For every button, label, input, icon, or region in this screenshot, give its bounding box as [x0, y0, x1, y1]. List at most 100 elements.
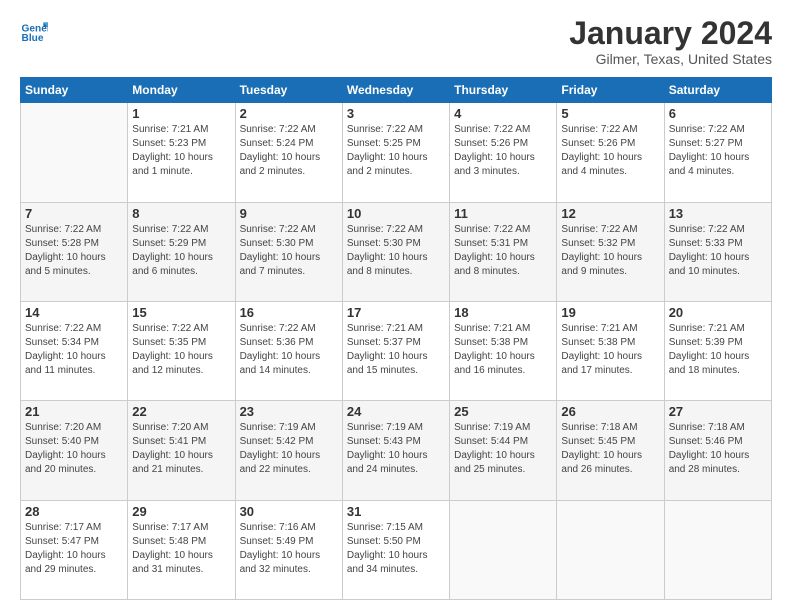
day-number: 20 [669, 305, 767, 320]
day-info: Sunrise: 7:19 AMSunset: 5:42 PMDaylight:… [240, 421, 338, 477]
day-info: Sunrise: 7:21 AMSunset: 5:38 PMDaylight:… [561, 322, 659, 378]
table-row [664, 500, 771, 599]
table-row: 5 Sunrise: 7:22 AMSunset: 5:26 PMDaylight… [557, 103, 664, 202]
table-row: 1Sunrise: 7:21 AMSunset: 5:23 PMDaylight… [128, 103, 235, 202]
day-number: 21 [25, 404, 123, 419]
day-number: 7 [25, 206, 123, 221]
table-row: 22Sunrise: 7:20 AMSunset: 5:41 PMDayligh… [128, 401, 235, 500]
table-row: 25 Sunrise: 7:19 AMSunset: 5:44 PMDayligh… [450, 401, 557, 500]
table-row: 14Sunrise: 7:22 AMSunset: 5:34 PMDayligh… [21, 301, 128, 400]
month-title: January 2024 [569, 16, 772, 51]
day-info: Sunrise: 7:20 AMSunset: 5:40 PMDaylight:… [25, 421, 123, 477]
header-friday: Friday [557, 78, 664, 103]
table-row: 16 Sunrise: 7:22 AMSunset: 5:36 PMDayligh… [235, 301, 342, 400]
day-info: Sunrise: 7:18 AMSunset: 5:45 PMDaylight:… [561, 421, 659, 477]
header-sunday: Sunday [21, 78, 128, 103]
day-info: Sunrise: 7:22 AMSunset: 5:30 PMDaylight:… [347, 223, 445, 279]
table-row: 3 Sunrise: 7:22 AMSunset: 5:25 PMDaylight… [342, 103, 449, 202]
day-number: 2 [240, 106, 338, 121]
table-row: 6 Sunrise: 7:22 AMSunset: 5:27 PMDaylight… [664, 103, 771, 202]
header-tuesday: Tuesday [235, 78, 342, 103]
day-info: Sunrise: 7:22 AMSunset: 5:29 PMDaylight:… [132, 223, 230, 279]
day-info: Sunrise: 7:22 AMSunset: 5:30 PMDaylight:… [240, 223, 338, 279]
day-info: Sunrise: 7:21 AMSunset: 5:23 PMDaylight:… [132, 123, 230, 179]
day-info: Sunrise: 7:15 AMSunset: 5:50 PMDaylight:… [347, 521, 445, 577]
day-info: Sunrise: 7:22 AMSunset: 5:34 PMDaylight:… [25, 322, 123, 378]
day-number: 23 [240, 404, 338, 419]
table-row: 26 Sunrise: 7:18 AMSunset: 5:45 PMDayligh… [557, 401, 664, 500]
day-info: Sunrise: 7:20 AMSunset: 5:41 PMDaylight:… [132, 421, 230, 477]
day-number: 17 [347, 305, 445, 320]
day-info: Sunrise: 7:17 AMSunset: 5:47 PMDaylight:… [25, 521, 123, 577]
calendar-page: General Blue January 2024 Gilmer, Texas,… [0, 0, 792, 612]
day-info: Sunrise: 7:22 AMSunset: 5:26 PMDaylight:… [561, 123, 659, 179]
day-number: 10 [347, 206, 445, 221]
day-info: Sunrise: 7:19 AMSunset: 5:44 PMDaylight:… [454, 421, 552, 477]
header-wednesday: Wednesday [342, 78, 449, 103]
header: General Blue January 2024 Gilmer, Texas,… [20, 16, 772, 67]
day-info: Sunrise: 7:22 AMSunset: 5:35 PMDaylight:… [132, 322, 230, 378]
calendar-week-row: 1Sunrise: 7:21 AMSunset: 5:23 PMDaylight… [21, 103, 772, 202]
table-row: 15 Sunrise: 7:22 AMSunset: 5:35 PMDayligh… [128, 301, 235, 400]
day-number: 24 [347, 404, 445, 419]
header-saturday: Saturday [664, 78, 771, 103]
table-row: 7 Sunrise: 7:22 AMSunset: 5:28 PMDaylight… [21, 202, 128, 301]
day-number: 6 [669, 106, 767, 121]
calendar-week-row: 7 Sunrise: 7:22 AMSunset: 5:28 PMDaylight… [21, 202, 772, 301]
calendar-week-row: 28 Sunrise: 7:17 AMSunset: 5:47 PMDayligh… [21, 500, 772, 599]
day-number: 16 [240, 305, 338, 320]
day-number: 12 [561, 206, 659, 221]
title-area: January 2024 Gilmer, Texas, United State… [569, 16, 772, 67]
day-number: 4 [454, 106, 552, 121]
day-number: 9 [240, 206, 338, 221]
day-number: 5 [561, 106, 659, 121]
table-row: 29 Sunrise: 7:17 AMSunset: 5:48 PMDayligh… [128, 500, 235, 599]
day-number: 11 [454, 206, 552, 221]
table-row: 9 Sunrise: 7:22 AMSunset: 5:30 PMDaylight… [235, 202, 342, 301]
day-info: Sunrise: 7:21 AMSunset: 5:37 PMDaylight:… [347, 322, 445, 378]
logo: General Blue [20, 16, 48, 44]
table-row: 21 Sunrise: 7:20 AMSunset: 5:40 PMDayligh… [21, 401, 128, 500]
day-info: Sunrise: 7:16 AMSunset: 5:49 PMDaylight:… [240, 521, 338, 577]
header-thursday: Thursday [450, 78, 557, 103]
day-info: Sunrise: 7:22 AMSunset: 5:24 PMDaylight:… [240, 123, 338, 179]
day-number: 13 [669, 206, 767, 221]
day-number: 29 [132, 504, 230, 519]
day-info: Sunrise: 7:18 AMSunset: 5:46 PMDaylight:… [669, 421, 767, 477]
day-number: 27 [669, 404, 767, 419]
table-row: 24 Sunrise: 7:19 AMSunset: 5:43 PMDayligh… [342, 401, 449, 500]
table-row [450, 500, 557, 599]
day-info: Sunrise: 7:19 AMSunset: 5:43 PMDaylight:… [347, 421, 445, 477]
day-info: Sunrise: 7:22 AMSunset: 5:36 PMDaylight:… [240, 322, 338, 378]
day-info: Sunrise: 7:22 AMSunset: 5:31 PMDaylight:… [454, 223, 552, 279]
table-row: 20 Sunrise: 7:21 AMSunset: 5:39 PMDayligh… [664, 301, 771, 400]
day-number: 26 [561, 404, 659, 419]
day-number: 3 [347, 106, 445, 121]
day-number: 15 [132, 305, 230, 320]
table-row: 8Sunrise: 7:22 AMSunset: 5:29 PMDaylight… [128, 202, 235, 301]
day-number: 31 [347, 504, 445, 519]
day-info: Sunrise: 7:22 AMSunset: 5:32 PMDaylight:… [561, 223, 659, 279]
table-row: 13Sunrise: 7:22 AMSunset: 5:33 PMDayligh… [664, 202, 771, 301]
day-number: 18 [454, 305, 552, 320]
table-row: 27 Sunrise: 7:18 AMSunset: 5:46 PMDayligh… [664, 401, 771, 500]
day-number: 25 [454, 404, 552, 419]
day-info: Sunrise: 7:22 AMSunset: 5:28 PMDaylight:… [25, 223, 123, 279]
day-info: Sunrise: 7:21 AMSunset: 5:38 PMDaylight:… [454, 322, 552, 378]
weekday-header-row: Sunday Monday Tuesday Wednesday Thursday… [21, 78, 772, 103]
calendar-week-row: 21 Sunrise: 7:20 AMSunset: 5:40 PMDayligh… [21, 401, 772, 500]
day-info: Sunrise: 7:17 AMSunset: 5:48 PMDaylight:… [132, 521, 230, 577]
table-row: 4 Sunrise: 7:22 AMSunset: 5:26 PMDaylight… [450, 103, 557, 202]
logo-icon: General Blue [20, 16, 48, 44]
day-info: Sunrise: 7:22 AMSunset: 5:26 PMDaylight:… [454, 123, 552, 179]
day-number: 28 [25, 504, 123, 519]
calendar-week-row: 14Sunrise: 7:22 AMSunset: 5:34 PMDayligh… [21, 301, 772, 400]
day-info: Sunrise: 7:21 AMSunset: 5:39 PMDaylight:… [669, 322, 767, 378]
day-info: Sunrise: 7:22 AMSunset: 5:25 PMDaylight:… [347, 123, 445, 179]
table-row: 23 Sunrise: 7:19 AMSunset: 5:42 PMDayligh… [235, 401, 342, 500]
table-row: 2 Sunrise: 7:22 AMSunset: 5:24 PMDaylight… [235, 103, 342, 202]
day-info: Sunrise: 7:22 AMSunset: 5:27 PMDaylight:… [669, 123, 767, 179]
table-row: 31 Sunrise: 7:15 AMSunset: 5:50 PMDayligh… [342, 500, 449, 599]
calendar-table: Sunday Monday Tuesday Wednesday Thursday… [20, 77, 772, 600]
table-row: 10 Sunrise: 7:22 AMSunset: 5:30 PMDayligh… [342, 202, 449, 301]
